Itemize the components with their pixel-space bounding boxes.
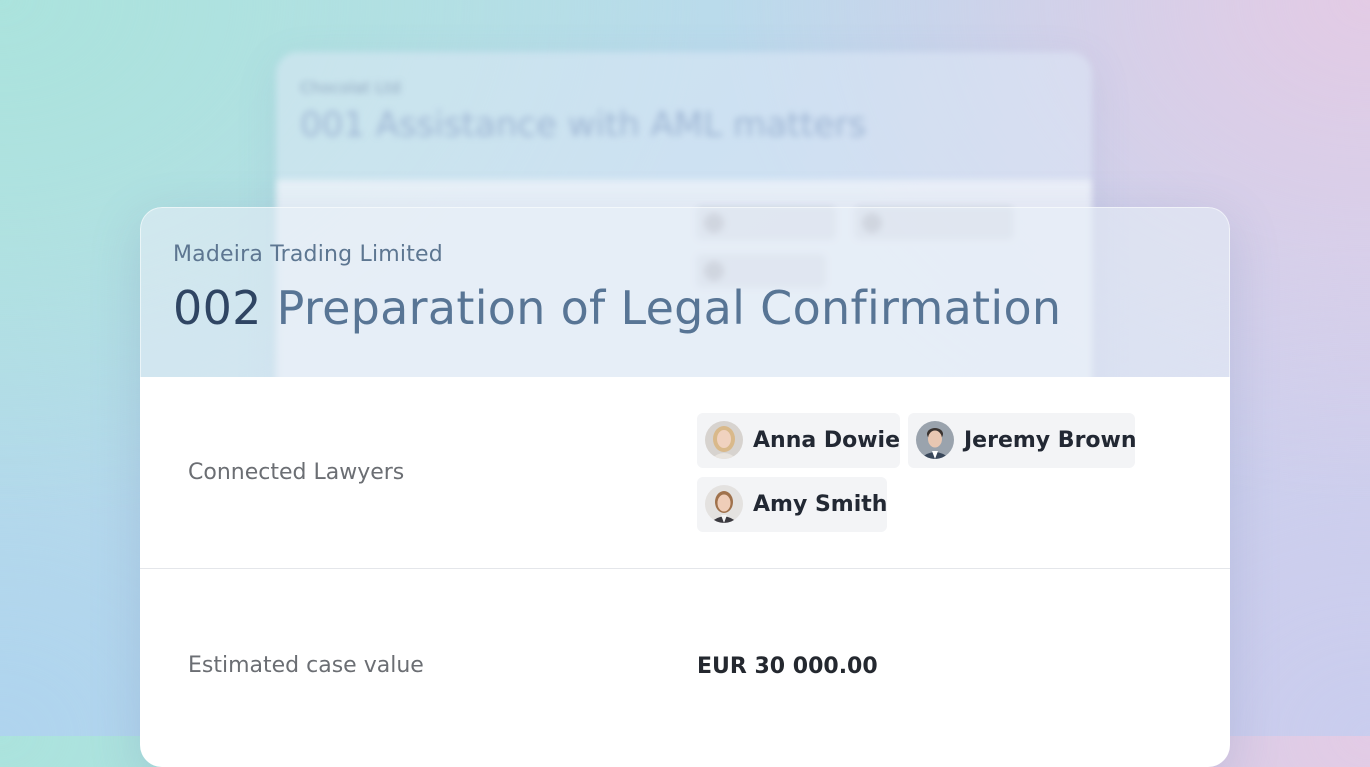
- case-title: 002 Preparation of Legal Confirmation: [173, 281, 1197, 335]
- connected-lawyers-label: Connected Lawyers: [188, 460, 405, 485]
- background-card-client: Chocolat Ltd: [300, 78, 401, 97]
- case-number: 002: [173, 281, 262, 335]
- case-value-row: Estimated case value EUR 30 000.00: [140, 569, 1230, 767]
- lawyer-chip-anna-dowie[interactable]: Anna Dowie: [697, 413, 900, 468]
- background-card-title: 001 Assistance with AML matters: [300, 105, 867, 145]
- case-card: Madeira Trading Limited 002 Preparation …: [140, 207, 1230, 767]
- background-card-header: Chocolat Ltd 001 Assistance with AML mat…: [276, 52, 1092, 154]
- avatar-amy-icon: [705, 485, 743, 523]
- lawyer-name: Anna Dowie: [753, 428, 901, 453]
- case-title-text: Preparation of Legal Confirmation: [276, 281, 1062, 335]
- client-name[interactable]: Madeira Trading Limited: [173, 242, 1197, 267]
- avatar-anna-icon: [705, 421, 743, 459]
- case-value-label: Estimated case value: [188, 653, 424, 678]
- case-card-header: Madeira Trading Limited 002 Preparation …: [140, 207, 1230, 377]
- lawyer-name: Jeremy Brown: [964, 428, 1137, 453]
- avatar-jeremy-icon: [916, 421, 954, 459]
- lawyer-chip-amy-smith[interactable]: Amy Smith: [697, 477, 887, 532]
- case-details: Connected Lawyers Anna Dowie Jeremy Brow…: [140, 377, 1230, 767]
- lawyer-name: Amy Smith: [753, 492, 888, 517]
- lawyer-chip-jeremy-brown[interactable]: Jeremy Brown: [908, 413, 1137, 468]
- connected-lawyers-row: Connected Lawyers Anna Dowie Jeremy Brow…: [140, 377, 1230, 569]
- case-value-amount: EUR 30 000.00: [697, 654, 878, 679]
